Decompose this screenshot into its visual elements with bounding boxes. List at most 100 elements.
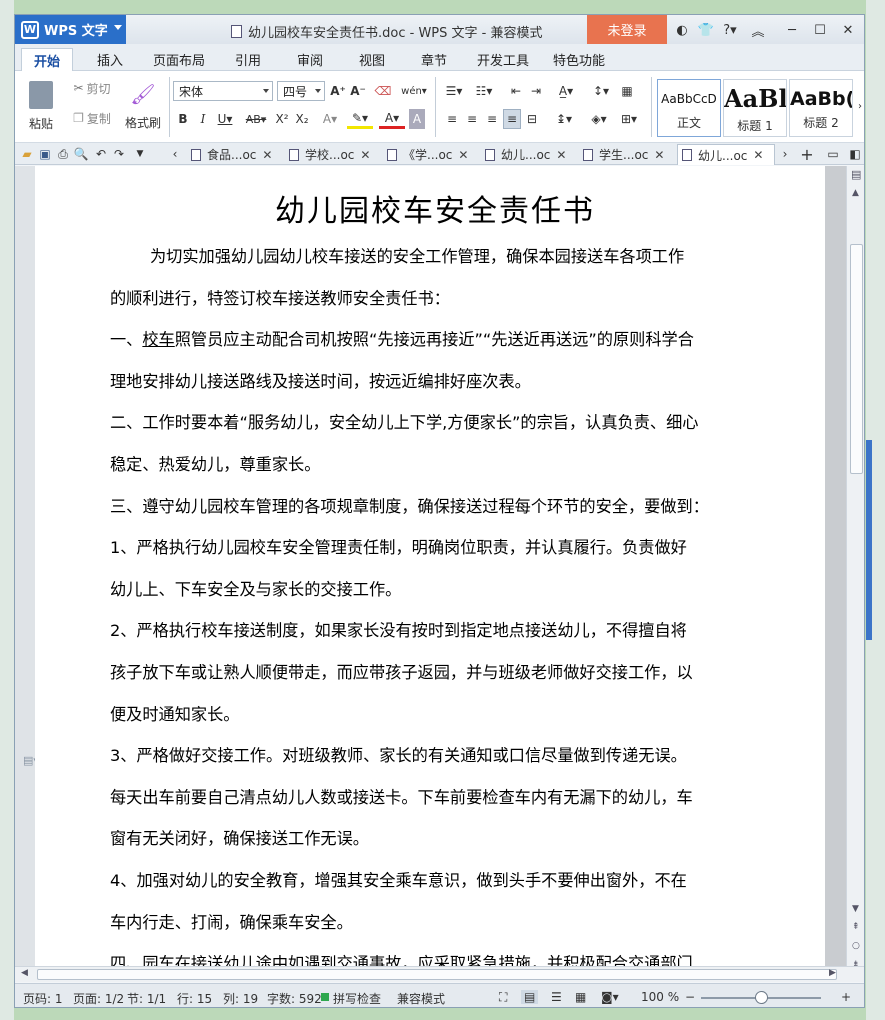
underline-icon[interactable]: U▾ bbox=[213, 109, 237, 129]
scroll-left-icon[interactable]: ◀ bbox=[21, 968, 28, 978]
line-spacing-icon[interactable]: ↨▾ bbox=[551, 109, 577, 129]
collapse-ribbon-icon[interactable]: ︽ bbox=[747, 20, 769, 40]
copy-button[interactable]: ❐ 复制 bbox=[67, 107, 117, 129]
style-normal[interactable]: AaBbCcD 正文 bbox=[657, 79, 721, 137]
maximize-icon[interactable]: ☐ bbox=[809, 20, 831, 40]
app-menu-button[interactable]: W WPS 文字 bbox=[15, 15, 126, 44]
style-scroll-icon[interactable]: › bbox=[855, 91, 864, 121]
status-page-code[interactable]: 页码: 1 bbox=[23, 990, 63, 1007]
zoom-in-icon[interactable]: + bbox=[841, 990, 851, 1004]
zoom-slider-knob[interactable] bbox=[754, 991, 768, 1004]
feedback-icon[interactable]: ◧ bbox=[847, 145, 863, 163]
minimize-icon[interactable]: ─ bbox=[781, 20, 803, 40]
reading-view-icon[interactable]: ◙▾ bbox=[601, 990, 619, 1004]
scrollbar-thumb[interactable] bbox=[37, 969, 837, 980]
tab-list-icon[interactable]: ▭ bbox=[825, 145, 841, 163]
undo-icon[interactable]: ↶ bbox=[93, 145, 109, 163]
outline-icon[interactable]: ▤ bbox=[851, 168, 861, 181]
align-right-icon[interactable]: ≡ bbox=[483, 109, 501, 129]
tab-insert[interactable]: 插入 bbox=[85, 48, 135, 71]
tab-scroll-left-icon[interactable]: ‹ bbox=[169, 145, 181, 163]
italic-icon[interactable]: I bbox=[195, 109, 211, 129]
close-icon[interactable]: ✕ bbox=[654, 148, 664, 162]
status-words[interactable]: 字数: 592 bbox=[267, 990, 322, 1007]
vertical-scrollbar[interactable]: ▤ ▲ ▼ ⇞ ○ ⇟ bbox=[846, 166, 864, 981]
doc-tab[interactable]: 食品...oc ✕ bbox=[187, 144, 275, 165]
doc-tab[interactable]: 《学...oc ✕ bbox=[383, 144, 471, 165]
skin-icon[interactable]: 👕 bbox=[695, 20, 717, 40]
zoom-out-icon[interactable]: − bbox=[685, 990, 695, 1004]
print-preview-icon[interactable]: 🔍 bbox=[73, 145, 89, 163]
font-color-icon[interactable]: A▾ bbox=[379, 109, 405, 129]
superscript-icon[interactable]: X² bbox=[273, 109, 291, 129]
highlight-icon[interactable]: ✎▾ bbox=[347, 109, 373, 129]
numbered-list-icon[interactable]: ☷▾ bbox=[471, 81, 497, 101]
document-page[interactable]: 幼儿园校车安全责任书 为切实加强幼儿园幼儿校车接送的安全工作管理，确保本园接送车… bbox=[35, 166, 825, 981]
tab-review[interactable]: 审阅 bbox=[285, 48, 335, 71]
text-effect-icon[interactable]: A▾ bbox=[317, 109, 343, 129]
shrink-font-icon[interactable]: A⁻ bbox=[349, 81, 367, 101]
scroll-up-icon[interactable]: ▲ bbox=[852, 188, 859, 198]
paste-button[interactable]: 粘贴 bbox=[21, 75, 61, 137]
status-pages[interactable]: 页面: 1/2 bbox=[73, 990, 124, 1007]
doc-tab-active[interactable]: 幼儿...oc ✕ bbox=[677, 144, 775, 165]
bold-icon[interactable]: B bbox=[175, 109, 191, 129]
close-icon[interactable]: ✕ bbox=[753, 148, 763, 162]
shading-icon[interactable]: ◈▾ bbox=[585, 109, 613, 129]
sort-icon[interactable]: ↕▾ bbox=[589, 81, 613, 101]
scroll-right-icon[interactable]: ▶ bbox=[829, 968, 836, 978]
format-painter-button[interactable]: 🖌 格式刷 bbox=[119, 75, 167, 137]
distribute-icon[interactable]: ⊟ bbox=[523, 109, 541, 129]
document-body[interactable]: 幼儿园校车安全责任书 为切实加强幼儿园幼儿校车接送的安全工作管理，确保本园接送车… bbox=[110, 188, 760, 981]
outline-view-icon[interactable]: ☰ bbox=[551, 990, 562, 1004]
close-icon[interactable]: ✕ bbox=[837, 20, 859, 40]
cloud-icon[interactable]: ◐ bbox=[671, 20, 693, 40]
phonetic-icon[interactable]: wén▾ bbox=[399, 81, 429, 101]
redo-icon[interactable]: ↷ bbox=[111, 145, 127, 163]
quick-access-menu-icon[interactable]: ▼ bbox=[133, 145, 147, 163]
align-center-icon[interactable]: ≡ bbox=[463, 109, 481, 129]
close-icon[interactable]: ✕ bbox=[360, 148, 370, 162]
chinese-layout-icon[interactable]: A̲▾ bbox=[551, 81, 581, 101]
scroll-down-icon[interactable]: ▼ bbox=[852, 904, 859, 914]
clear-format-icon[interactable]: ⌫ bbox=[373, 81, 393, 101]
table-grid-icon[interactable]: ▦ bbox=[617, 81, 637, 101]
prev-page-icon[interactable]: ⇞ bbox=[852, 922, 860, 932]
tab-features[interactable]: 特色功能 bbox=[541, 48, 617, 71]
select-browse-icon[interactable]: ○ bbox=[852, 941, 860, 951]
close-icon[interactable]: ✕ bbox=[458, 148, 468, 162]
close-icon[interactable]: ✕ bbox=[262, 148, 272, 162]
new-tab-icon[interactable]: + bbox=[799, 145, 815, 164]
close-icon[interactable]: ✕ bbox=[556, 148, 566, 162]
decrease-indent-icon[interactable]: ⇤ bbox=[507, 81, 525, 101]
bullet-list-icon[interactable]: ☰▾ bbox=[441, 81, 467, 101]
doc-tab[interactable]: 学生...oc ✕ bbox=[579, 144, 667, 165]
scrollbar-thumb[interactable] bbox=[850, 244, 863, 474]
tab-references[interactable]: 引用 bbox=[223, 48, 273, 71]
page-view-icon[interactable]: ▤ bbox=[521, 990, 539, 1004]
font-name-select[interactable]: 宋体 bbox=[173, 81, 273, 101]
grow-font-icon[interactable]: A⁺ bbox=[329, 81, 347, 101]
border-icon[interactable]: ⊞▾ bbox=[617, 109, 641, 129]
login-button[interactable]: 未登录 bbox=[587, 15, 667, 44]
align-left-icon[interactable]: ≡ bbox=[443, 109, 461, 129]
increase-indent-icon[interactable]: ⇥ bbox=[527, 81, 545, 101]
tab-page-layout[interactable]: 页面布局 bbox=[141, 48, 217, 71]
zoom-level[interactable]: 100 % bbox=[641, 990, 679, 1004]
cut-button[interactable]: ✂ 剪切 bbox=[67, 77, 117, 99]
tab-chapter[interactable]: 章节 bbox=[409, 48, 459, 71]
char-shading-icon[interactable]: A bbox=[409, 109, 425, 129]
fullscreen-icon[interactable]: ⛶ bbox=[499, 990, 507, 1005]
strikethrough-icon[interactable]: AB▾ bbox=[241, 109, 271, 129]
open-icon[interactable]: ▰ bbox=[19, 145, 35, 163]
justify-icon[interactable]: ≡ bbox=[503, 109, 521, 129]
tab-scroll-right-icon[interactable]: › bbox=[779, 145, 791, 163]
style-heading-1[interactable]: AaBl 标题 1 bbox=[723, 79, 787, 137]
tab-home[interactable]: 开始 bbox=[21, 48, 74, 71]
save-icon[interactable]: ▣ bbox=[37, 145, 53, 163]
horizontal-scrollbar[interactable]: ◀ ▶ bbox=[15, 966, 864, 982]
web-view-icon[interactable]: ▦ bbox=[575, 990, 586, 1004]
help-icon[interactable]: ?▾ bbox=[719, 20, 741, 40]
print-icon[interactable]: ⎙ bbox=[55, 145, 71, 163]
subscript-icon[interactable]: X₂ bbox=[293, 109, 311, 129]
